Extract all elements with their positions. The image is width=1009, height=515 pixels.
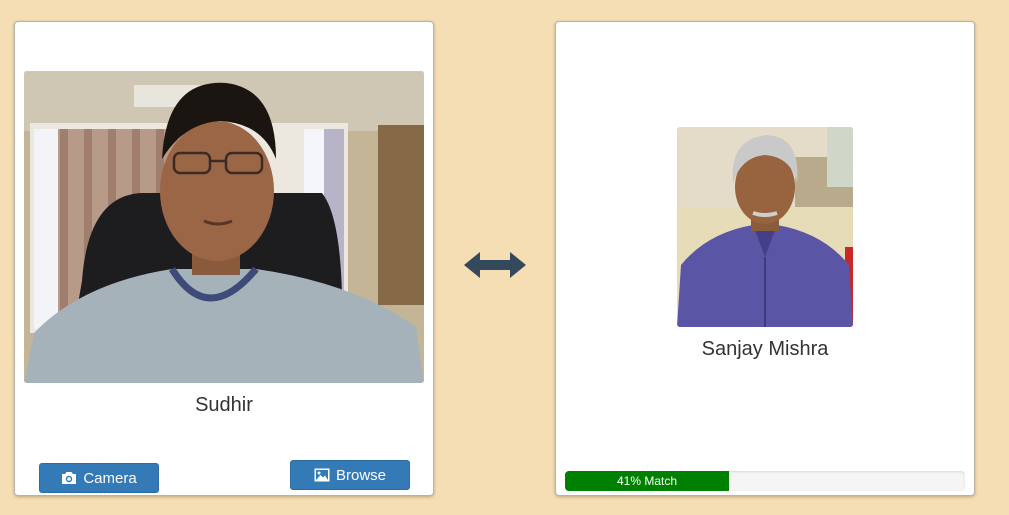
match-progress-fill: 41% Match: [565, 471, 729, 491]
camera-button-label: Camera: [83, 469, 137, 487]
match-percentage-label: 41% Match: [616, 474, 678, 488]
captured-person-name: Sudhir: [195, 394, 253, 416]
camera-button[interactable]: Camera: [39, 463, 159, 493]
matched-person-photo: [677, 127, 853, 327]
image-icon: [314, 468, 330, 482]
webcam-photo: [24, 71, 424, 383]
matched-face-card: Sanjay Mishra 41% Match: [555, 21, 975, 496]
captured-face-card: Sudhir Camera Browse: [14, 21, 434, 496]
matched-person-name: Sanjay Mishra: [701, 338, 829, 360]
match-progress-bar: 41% Match: [565, 471, 965, 491]
browse-button-label: Browse: [335, 466, 387, 484]
double-arrow-icon: [464, 250, 526, 285]
camera-icon: [61, 471, 77, 485]
browse-button[interactable]: Browse: [290, 460, 410, 490]
